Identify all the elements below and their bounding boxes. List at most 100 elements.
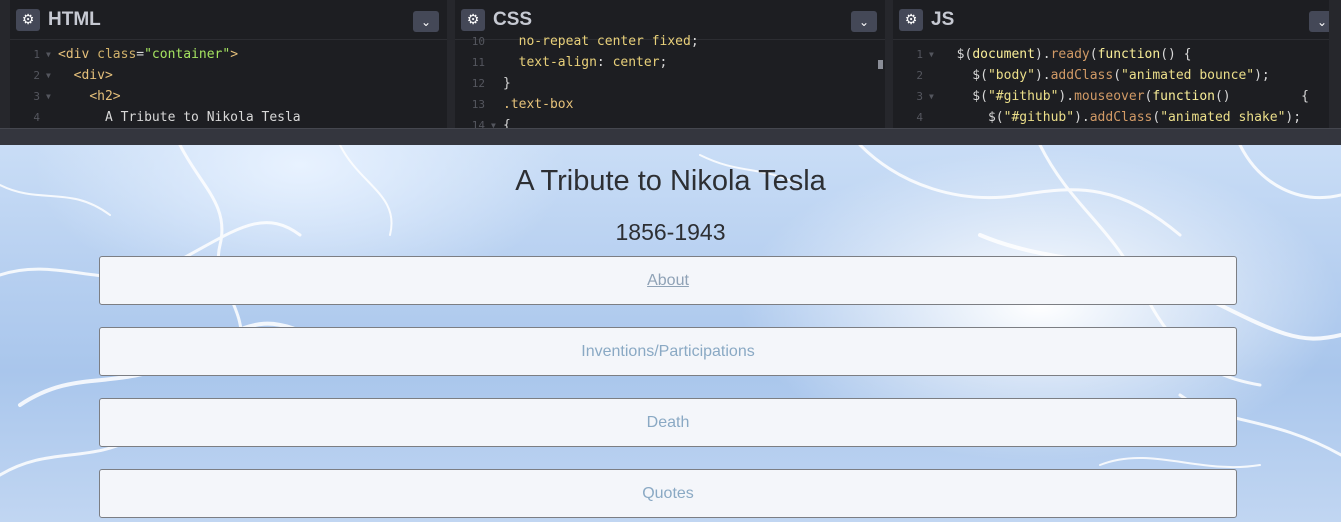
css-editor-scrollbar[interactable] xyxy=(878,60,883,69)
html-code-area[interactable]: 1 ▼ <div class="container"> 2 ▼ <div> 3 ▼ <h2>… xyxy=(10,40,447,128)
code-line[interactable]: 1 ▼ <div class="container"> xyxy=(10,44,447,65)
editor-resize-bar[interactable] xyxy=(0,128,1341,145)
line-number: 2 xyxy=(916,69,923,82)
js-code-area[interactable]: 1 ▼ $(document).ready(function() {2 $("bo… xyxy=(893,40,1329,128)
js-editor-header: ⚙ JS ⌄ xyxy=(893,0,1329,40)
code-token: no-repeat center fixed xyxy=(503,34,691,49)
code-token: : xyxy=(596,55,613,70)
code-token: addClass xyxy=(1089,110,1153,125)
code-token: { xyxy=(503,118,511,128)
code-line[interactable]: 1 ▼ $(document).ready(function() { xyxy=(893,44,1329,65)
section-label: Quotes xyxy=(642,484,694,502)
code-line[interactable]: 2 ▼ <div> xyxy=(10,65,447,86)
line-number: 11 xyxy=(471,56,485,69)
html-editor-title: HTML xyxy=(48,8,101,30)
code-token: = xyxy=(136,47,145,62)
code-line[interactable]: 13 .text-box xyxy=(455,94,885,115)
code-token: text-align xyxy=(503,55,597,70)
code-line[interactable]: 10 no-repeat center fixed; xyxy=(455,31,885,52)
code-text: text-align: center; xyxy=(503,52,668,73)
line-number: 14 xyxy=(471,119,485,128)
line-number: 1 xyxy=(33,48,40,61)
js-editor-panel[interactable]: ⚙ JS ⌄ 1 ▼ $(document).ready(function() {… xyxy=(893,0,1329,128)
code-line[interactable]: 11 text-align: center; xyxy=(455,52,885,73)
code-token: "#github" xyxy=(987,89,1059,104)
code-token: > xyxy=(230,47,239,62)
section-button-death[interactable]: Death xyxy=(99,398,1237,447)
section-button-inventions[interactable]: Inventions/Participations xyxy=(99,327,1237,376)
js-editor-title: JS xyxy=(931,8,955,30)
code-token: ( xyxy=(1113,68,1122,83)
code-token: ). xyxy=(1058,89,1075,104)
editor-strip: ⚙ HTML ⌄ 1 ▼ <div class="container"> 2 ▼ <di… xyxy=(0,0,1341,128)
section-label: Death xyxy=(646,413,690,431)
code-token: ; xyxy=(690,34,699,49)
code-line[interactable]: 2 $("body").addClass("animated bounce"); xyxy=(893,65,1329,86)
section-label: Inventions/Participations xyxy=(581,342,755,360)
code-token: ); xyxy=(1285,110,1302,125)
css-editor-panel[interactable]: ⚙ CSS ⌄ 10 no-repeat center fixed; 11 tex… xyxy=(455,0,885,128)
code-token: ); xyxy=(1254,68,1270,83)
code-token: document xyxy=(972,47,1035,62)
gear-icon[interactable]: ⚙ xyxy=(16,8,40,31)
page-title: A Tribute to Nikola Tesla xyxy=(515,165,826,197)
code-text: $(document).ready(function() { xyxy=(941,44,1192,65)
css-code-area[interactable]: 10 no-repeat center fixed; 11 text-align:… xyxy=(455,27,885,128)
code-token: function xyxy=(1152,89,1215,104)
line-number: 3 xyxy=(33,90,40,103)
fold-arrow-icon[interactable]: ▼ xyxy=(46,44,58,65)
code-line[interactable]: 4 $("#github").addClass("animated shake"… xyxy=(893,107,1329,128)
code-token: () { xyxy=(1160,47,1192,62)
fold-arrow-icon[interactable]: ▼ xyxy=(491,115,503,128)
code-line[interactable]: 12} xyxy=(455,73,885,94)
gear-icon[interactable]: ⚙ xyxy=(899,8,923,31)
code-token: () { xyxy=(1214,89,1309,104)
code-token: } xyxy=(503,76,511,91)
code-text: no-repeat center fixed; xyxy=(503,31,699,52)
code-token: ready xyxy=(1050,47,1090,62)
line-number: 3 xyxy=(916,90,923,103)
section-button-quotes[interactable]: Quotes xyxy=(99,469,1237,518)
code-token: "#github" xyxy=(1003,110,1075,125)
line-number: 2 xyxy=(33,69,40,82)
code-token: function xyxy=(1097,47,1161,62)
html-editor-header: ⚙ HTML ⌄ xyxy=(10,0,447,40)
fold-arrow-icon[interactable]: ▼ xyxy=(46,65,58,86)
code-text: $("body").addClass("animated bounce"); xyxy=(941,65,1270,86)
code-text: .text-box xyxy=(503,94,573,115)
code-token: $( xyxy=(941,47,973,62)
html-editor-panel[interactable]: ⚙ HTML ⌄ 1 ▼ <div class="container"> 2 ▼ <di… xyxy=(10,0,447,128)
code-token: $( xyxy=(941,110,1004,125)
line-number: 10 xyxy=(471,35,485,48)
code-token: $( xyxy=(941,68,988,83)
line-number: 12 xyxy=(471,77,485,90)
fold-arrow-icon[interactable]: ▼ xyxy=(929,44,941,65)
code-line[interactable]: 3 ▼ $("#github").mouseover(function() { xyxy=(893,86,1329,107)
page-subtitle-years: 1856-1943 xyxy=(615,219,726,245)
result-preview: A Tribute to Nikola Tesla 1856-1943 Abou… xyxy=(0,145,1341,522)
chevron-down-icon[interactable]: ⌄ xyxy=(413,11,439,32)
code-line[interactable]: 4 A Tribute to Nikola Tesla xyxy=(10,107,447,128)
chevron-down-icon[interactable]: ⌄ xyxy=(1309,11,1329,32)
code-text: <h2> xyxy=(58,86,121,107)
line-number: 4 xyxy=(33,111,40,124)
section-button-about[interactable]: About xyxy=(99,256,1237,305)
code-line[interactable]: 3 ▼ <h2> xyxy=(10,86,447,107)
editor-gutter xyxy=(0,0,10,128)
code-token: ( xyxy=(1152,110,1161,125)
code-line[interactable]: 14 ▼{ xyxy=(455,115,885,128)
code-text: <div class="container"> xyxy=(58,44,238,65)
line-number: 1 xyxy=(916,48,923,61)
code-text: } xyxy=(503,73,511,94)
code-token: <h2> xyxy=(89,89,121,104)
fold-arrow-icon[interactable]: ▼ xyxy=(46,86,58,107)
fold-arrow-icon[interactable]: ▼ xyxy=(929,86,941,107)
code-token: "container" xyxy=(144,47,231,62)
